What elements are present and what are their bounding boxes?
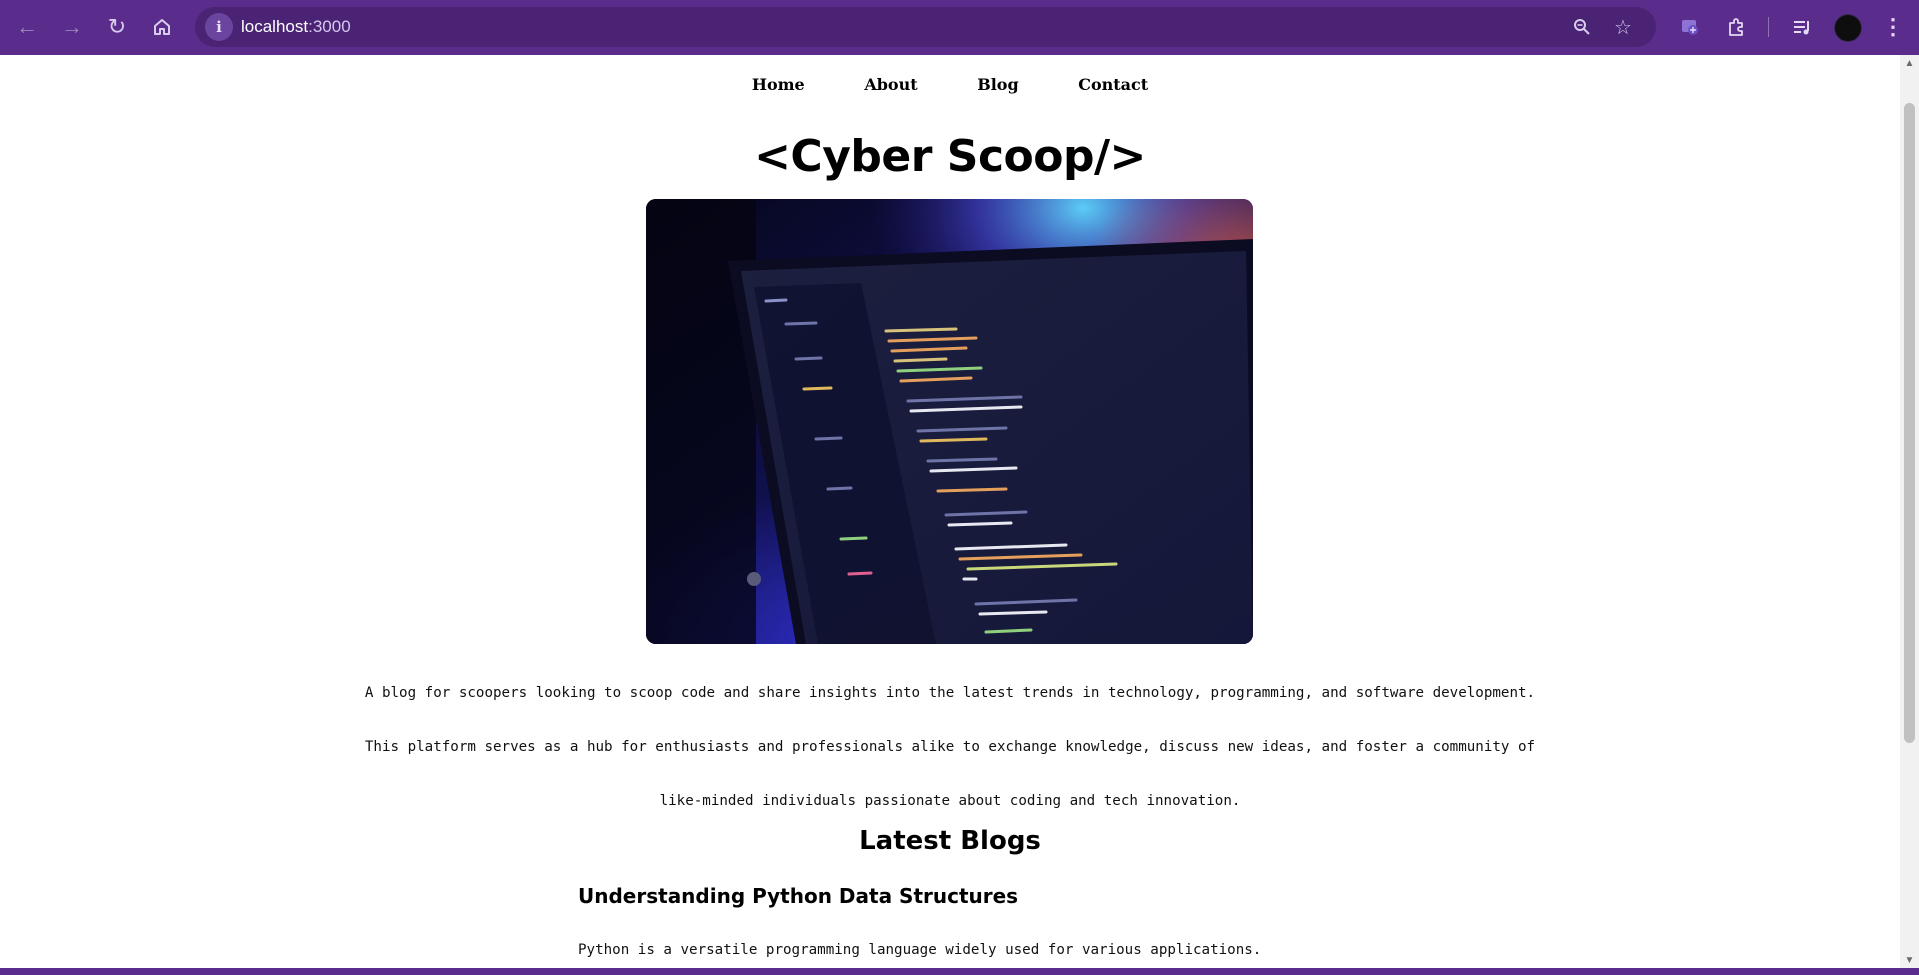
window-bottom-border [0, 968, 1919, 975]
forward-icon[interactable]: → [56, 11, 88, 43]
back-icon[interactable]: ← [11, 11, 43, 43]
scroll-up-icon[interactable]: ▲ [1900, 55, 1919, 71]
browser-toolbar: ← → ↻ i localhost:3000 ☆ ⋮ [0, 0, 1919, 55]
menu-icon[interactable]: ⋮ [1877, 11, 1909, 43]
blog-post-excerpt: Python is a versatile programming langua… [578, 942, 1262, 958]
media-queue-icon[interactable] [1786, 11, 1818, 43]
hero-image [646, 199, 1253, 644]
toolbar-separator [1768, 17, 1769, 37]
reload-icon[interactable]: ↻ [101, 11, 133, 43]
url-text[interactable]: localhost:3000 [241, 17, 351, 37]
nav-about-link[interactable]: About [864, 75, 917, 94]
home-icon[interactable] [146, 11, 178, 43]
intro-line: This platform serves as a hub for enthus… [364, 739, 1536, 755]
scrollbar-thumb[interactable] [1904, 103, 1915, 743]
site-nav: Home About Blog Contact [0, 75, 1900, 94]
zoom-icon[interactable] [1568, 13, 1596, 41]
page-content: Home About Blog Contact <Cyber Scoop/> A… [0, 55, 1900, 968]
nav-home-link[interactable]: Home [752, 75, 805, 94]
address-bar[interactable]: i localhost:3000 ☆ [195, 7, 1656, 47]
latest-blogs-heading: Latest Blogs [859, 826, 1041, 856]
intro-line: A blog for scoopers looking to scoop cod… [364, 685, 1536, 701]
scroll-down-icon[interactable]: ▼ [1900, 952, 1919, 968]
nav-contact-link[interactable]: Contact [1078, 75, 1148, 94]
profile-avatar[interactable] [1834, 14, 1862, 42]
nav-blog-link[interactable]: Blog [977, 75, 1018, 94]
puzzle-icon[interactable] [1720, 11, 1752, 43]
site-info-icon[interactable]: i [205, 13, 233, 41]
intro-line: like-minded individuals passionate about… [659, 793, 1241, 809]
extension-icon[interactable] [1674, 11, 1706, 43]
blog-post-title[interactable]: Understanding Python Data Structures [578, 884, 1018, 908]
bookmark-star-icon[interactable]: ☆ [1609, 13, 1637, 41]
site-intro: A blog for scoopers looking to scoop cod… [300, 666, 1600, 828]
vertical-scrollbar[interactable]: ▲ ▼ [1900, 55, 1919, 968]
site-title: <Cyber Scoop/> [754, 131, 1146, 182]
